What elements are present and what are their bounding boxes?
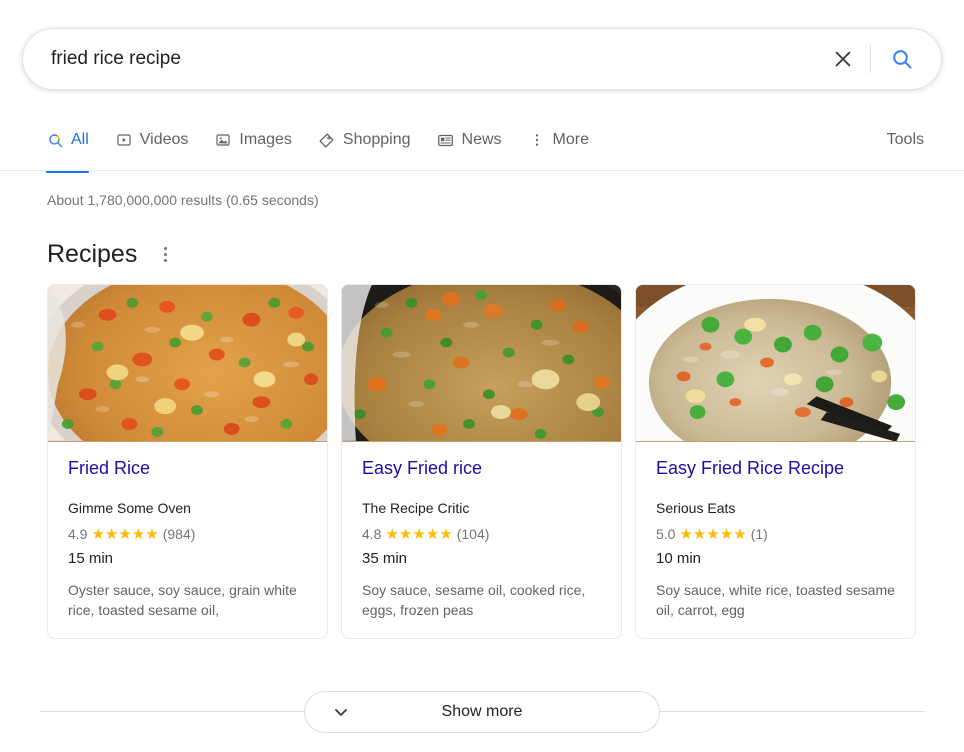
recipe-card[interactable]: Easy Fried Rice Recipe Serious Eats 5.0 … (635, 284, 916, 639)
review-count: (1) (750, 526, 768, 542)
tag-icon (318, 131, 336, 149)
recipe-card-list: Fried Rice Gimme Some Oven 4.9 ★ ★ ★ ★ ★… (47, 284, 917, 639)
star-icon: ★ (733, 525, 747, 543)
star-icon: ★ (118, 525, 132, 543)
chevron-down-icon (331, 692, 351, 732)
rating-value: 4.9 (68, 526, 88, 542)
result-stats: About 1,780,000,000 results (0.65 second… (47, 192, 319, 208)
recipe-time: 15 min (68, 550, 114, 567)
show-more-label: Show more (441, 703, 523, 720)
tools-button[interactable]: Tools (887, 122, 924, 158)
recipes-header: Recipes (47, 238, 175, 270)
recipe-card[interactable]: Fried Rice Gimme Some Oven 4.9 ★ ★ ★ ★ ★… (47, 284, 328, 639)
star-icon: ★ (398, 525, 413, 543)
recipe-rating: 5.0 ★ ★ ★ ★ ★ (1) (656, 524, 895, 544)
star-icon: ★ (719, 525, 734, 543)
tabs-divider (0, 170, 964, 171)
recipe-image (342, 285, 621, 442)
recipe-rating: 4.9 ★ ★ ★ ★ ★ (984) (68, 524, 307, 544)
star-icon: ★ (412, 525, 426, 543)
tab-label: More (552, 131, 589, 148)
tab-images[interactable]: Images (214, 122, 292, 158)
search-divider (870, 45, 871, 73)
star-icon: ★ (91, 525, 105, 543)
video-icon (115, 131, 133, 149)
star-rating-icons: ★ ★ ★ ★ ★ (679, 527, 746, 542)
google-search-icon (46, 131, 64, 149)
recipe-time: 10 min (656, 550, 702, 567)
kebab-dot (163, 246, 167, 250)
star-icon: ★ (679, 525, 693, 543)
recipe-card-body: Easy Fried rice The Recipe Critic 4.8 ★ … (342, 442, 621, 638)
recipe-time: 35 min (362, 550, 408, 567)
clear-search-button[interactable] (822, 38, 864, 80)
tab-label: News (461, 131, 502, 148)
tab-label: Images (239, 131, 292, 148)
tab-label: Videos (139, 131, 189, 148)
recipe-ingredients: Soy sauce, sesame oil, cooked rice, eggs… (362, 582, 586, 618)
star-icon: ★ (131, 525, 146, 543)
tab-label: All (71, 131, 89, 148)
kebab-icon (528, 131, 546, 149)
star-rating-icons: ★ ★ ★ ★ ★ (91, 527, 158, 542)
rating-value: 5.0 (656, 526, 676, 542)
tab-news[interactable]: News (437, 122, 502, 158)
recipe-source: The Recipe Critic (362, 500, 470, 516)
kebab-dot (163, 252, 167, 256)
tab-more[interactable]: More (528, 122, 589, 158)
kebab-dot (163, 258, 167, 262)
show-more-section: Show more (0, 690, 964, 734)
close-icon (835, 51, 851, 67)
page-title: Recipes (47, 240, 138, 268)
recipe-title-link[interactable]: Easy Fried rice (362, 456, 601, 480)
search-tabs: All Videos Images Shopping News More Too… (0, 122, 964, 173)
recipes-menu-button[interactable] (155, 242, 175, 266)
news-icon (437, 131, 455, 149)
recipe-source: Gimme Some Oven (68, 500, 191, 516)
fried-rice-photo (48, 285, 327, 441)
tab-shopping[interactable]: Shopping (318, 122, 411, 158)
star-rating-icons: ★ ★ ★ ★ ★ (385, 527, 452, 542)
star-icon: ★ (145, 525, 159, 543)
fried-rice-photo (342, 285, 621, 441)
recipe-title-link[interactable]: Fried Rice (68, 456, 307, 480)
fried-rice-photo (636, 285, 915, 441)
search-bar (22, 28, 942, 90)
recipe-ingredients: Oyster sauce, soy sauce, grain white ric… (68, 582, 297, 618)
recipe-title-link[interactable]: Easy Fried Rice Recipe (656, 456, 895, 480)
search-box[interactable] (22, 28, 942, 90)
recipe-source: Serious Eats (656, 500, 736, 516)
star-icon: ★ (425, 525, 440, 543)
star-icon: ★ (385, 525, 399, 543)
star-icon: ★ (104, 525, 119, 543)
star-icon: ★ (692, 525, 707, 543)
tab-all[interactable]: All (46, 122, 89, 173)
star-icon: ★ (706, 525, 720, 543)
tab-videos[interactable]: Videos (115, 122, 189, 158)
recipe-card-body: Easy Fried Rice Recipe Serious Eats 5.0 … (636, 442, 915, 638)
rating-value: 4.8 (362, 526, 382, 542)
recipe-card[interactable]: Easy Fried rice The Recipe Critic 4.8 ★ … (341, 284, 622, 639)
search-icon (893, 50, 912, 69)
recipe-ingredients: Soy sauce, white rice, toasted sesame oi… (656, 582, 895, 618)
recipe-card-body: Fried Rice Gimme Some Oven 4.9 ★ ★ ★ ★ ★… (48, 442, 327, 638)
review-count: (104) (456, 526, 490, 542)
search-input[interactable] (51, 45, 822, 73)
recipe-image (48, 285, 327, 442)
recipe-rating: 4.8 ★ ★ ★ ★ ★ (104) (362, 524, 601, 544)
recipe-image (636, 285, 915, 442)
star-icon: ★ (439, 525, 453, 543)
image-icon (214, 131, 232, 149)
show-more-button[interactable]: Show more (304, 691, 660, 733)
tab-label: Shopping (342, 131, 411, 148)
review-count: (984) (162, 526, 196, 542)
search-submit-button[interactable] (881, 38, 923, 80)
